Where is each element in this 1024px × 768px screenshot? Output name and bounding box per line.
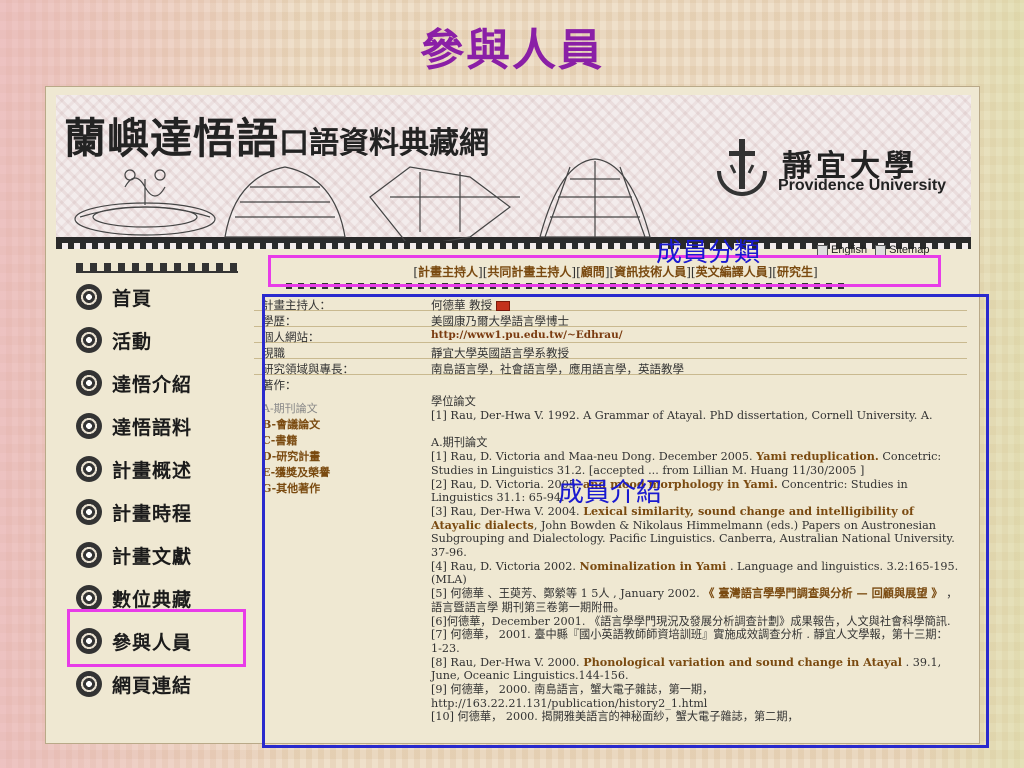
nav-item-label: 數位典藏 bbox=[112, 588, 193, 611]
nav-bullet-icon bbox=[76, 671, 102, 697]
nav-item-literature[interactable]: 計畫文獻 bbox=[76, 535, 238, 575]
nav-item-label: 計畫時程 bbox=[112, 502, 193, 525]
nav-item-label: 達悟語料 bbox=[112, 416, 193, 439]
nav-item-tao-corpus[interactable]: 達悟語料 bbox=[76, 406, 238, 446]
nav-item-activities[interactable]: 活動 bbox=[76, 320, 238, 360]
nav-item-label: 活動 bbox=[112, 330, 153, 353]
nav-item-label: 達悟介紹 bbox=[112, 373, 193, 396]
nav-item-label: 首頁 bbox=[112, 287, 153, 310]
nav-item-schedule[interactable]: 計畫時程 bbox=[76, 492, 238, 532]
nav-item-home[interactable]: 首頁 bbox=[76, 277, 238, 317]
nav-item-label: 計畫文獻 bbox=[112, 545, 193, 568]
site-title-main: 蘭嶼達悟語 bbox=[64, 114, 280, 163]
university-name-en: Providence University bbox=[778, 177, 947, 194]
category-highlight-box bbox=[268, 255, 941, 287]
nav-item-label: 計畫概述 bbox=[112, 459, 193, 482]
cross-logo-icon bbox=[717, 139, 767, 196]
hat-drawing bbox=[539, 158, 651, 238]
category-annotation-label: 成員分類 bbox=[656, 238, 761, 268]
nav-bullet-icon bbox=[76, 542, 102, 568]
artifact-illustrations bbox=[74, 158, 651, 241]
nav-bullet-icon bbox=[76, 284, 102, 310]
nav-bullet-icon bbox=[76, 585, 102, 611]
nav-bullet-icon bbox=[76, 413, 102, 439]
pot-drawing bbox=[224, 166, 346, 238]
slide-title: 參與人員 bbox=[420, 25, 604, 76]
left-nav-border bbox=[76, 263, 238, 273]
fish-drawing bbox=[369, 166, 520, 241]
site-banner: 蘭嶼達悟語口語資料典藏網 靜宜大學 Providence University bbox=[56, 95, 971, 249]
language-icon bbox=[817, 244, 828, 256]
nav-bullet-icon bbox=[76, 370, 102, 396]
nav-item-label: 網頁連結 bbox=[112, 674, 193, 697]
member-annotation-label: 成員介紹 bbox=[558, 478, 663, 508]
boat-drawing bbox=[74, 169, 216, 236]
nav-item-links[interactable]: 網頁連結 bbox=[76, 664, 238, 704]
nav-bullet-icon bbox=[76, 499, 102, 525]
nav-item-tao-intro[interactable]: 達悟介紹 bbox=[76, 363, 238, 403]
nav-highlight-box bbox=[67, 609, 246, 667]
sitemap-icon bbox=[875, 244, 887, 256]
nav-bullet-icon bbox=[76, 456, 102, 482]
nav-bullet-icon bbox=[76, 327, 102, 353]
member-highlight-box bbox=[262, 294, 989, 748]
nav-item-overview[interactable]: 計畫概述 bbox=[76, 449, 238, 489]
site-title-sub: 口語資料典藏網 bbox=[279, 126, 490, 161]
